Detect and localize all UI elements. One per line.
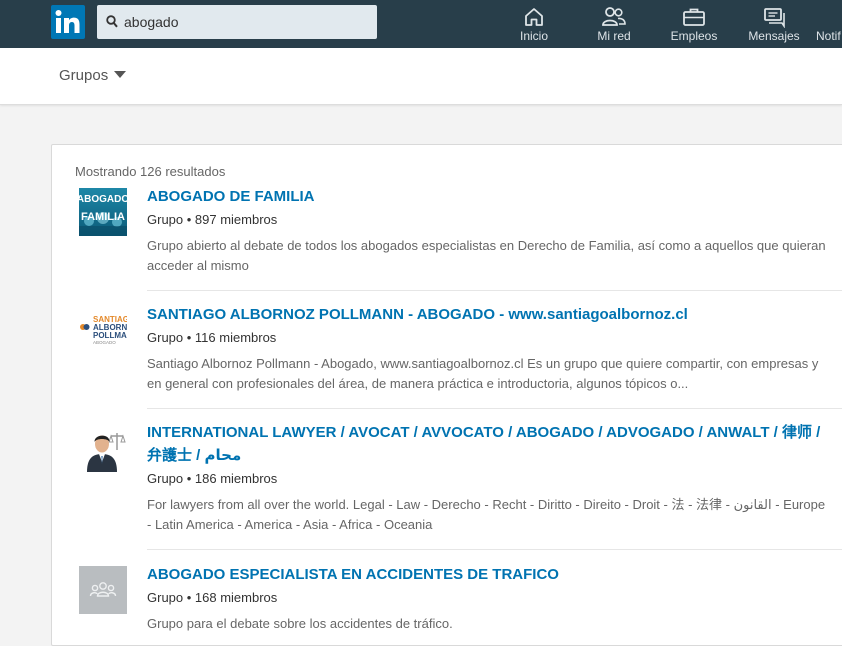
group-title-link[interactable]: ABOGADO ESPECIALISTA EN ACCIDENTES DE TR… bbox=[147, 563, 822, 586]
group-meta: Grupo • 116 miembros bbox=[147, 330, 277, 345]
nav-my-network[interactable]: Mi red bbox=[575, 0, 653, 48]
divider bbox=[147, 549, 842, 550]
nav-my-network-label: Mi red bbox=[597, 29, 631, 43]
svg-text:FAMILIA: FAMILIA bbox=[81, 211, 125, 223]
nav-home-label: Inicio bbox=[519, 29, 548, 43]
results-card: Mostrando 126 resultados ABOGADO FAMILIA bbox=[51, 144, 842, 646]
group-description: Santiago Albornoz Pollmann - Abogado, ww… bbox=[147, 356, 819, 391]
svg-text:POLLMANN: POLLMANN bbox=[93, 331, 127, 340]
group-meta: Grupo • 168 miembros bbox=[147, 590, 278, 605]
results-count: Mostrando 126 resultados bbox=[75, 164, 226, 179]
group-meta: Grupo • 897 miembros bbox=[147, 212, 278, 227]
svg-text:ABOGADO: ABOGADO bbox=[79, 194, 127, 205]
nav-home[interactable]: Inicio bbox=[495, 0, 573, 48]
group-description: Grupo para el debate sobre los accidente… bbox=[147, 616, 453, 631]
top-nav-bar: Inicio Mi red Empleos bbox=[0, 0, 842, 48]
group-thumbnail[interactable]: SANTIAGO ALBORNOZ POLLMANN ABOGADO bbox=[79, 306, 127, 354]
group-thumbnail[interactable] bbox=[79, 424, 127, 472]
filter-bar: Grupos bbox=[0, 48, 842, 105]
linkedin-logo[interactable] bbox=[51, 5, 85, 39]
svg-text:ABOGADO: ABOGADO bbox=[93, 340, 116, 345]
divider bbox=[147, 408, 842, 409]
groups-filter-label: Grupos bbox=[59, 67, 109, 84]
search-box[interactable] bbox=[97, 5, 377, 39]
nav-notifications[interactable]: Notif bbox=[816, 0, 842, 48]
group-description: For lawyers from all over the world. Leg… bbox=[147, 497, 826, 532]
group-thumbnail[interactable] bbox=[79, 566, 127, 614]
group-title-link[interactable]: INTERNATIONAL LAWYER / AVOCAT / AVVOCATO… bbox=[147, 421, 822, 467]
group-description: Grupo abierto al debate de todos los abo… bbox=[147, 238, 826, 273]
group-thumbnail[interactable]: ABOGADO FAMILIA bbox=[79, 188, 127, 236]
nav-messaging[interactable]: Mensajes bbox=[735, 0, 813, 48]
caret-down-icon bbox=[114, 70, 127, 78]
group-title-link[interactable]: ABOGADO DE FAMILIA bbox=[147, 185, 822, 208]
group-meta: Grupo • 186 miembros bbox=[147, 471, 278, 486]
nav-jobs[interactable]: Empleos bbox=[655, 0, 733, 48]
nav-messaging-label: Mensajes bbox=[748, 29, 800, 43]
divider bbox=[147, 290, 842, 291]
nav-notifications-label: Notif bbox=[816, 29, 841, 43]
group-title-link[interactable]: SANTIAGO ALBORNOZ POLLMANN - ABOGADO - w… bbox=[147, 303, 822, 326]
nav-jobs-label: Empleos bbox=[670, 29, 718, 43]
search-icon bbox=[106, 15, 118, 33]
search-input[interactable] bbox=[124, 5, 364, 39]
groups-filter-dropdown[interactable]: Grupos bbox=[59, 67, 127, 84]
